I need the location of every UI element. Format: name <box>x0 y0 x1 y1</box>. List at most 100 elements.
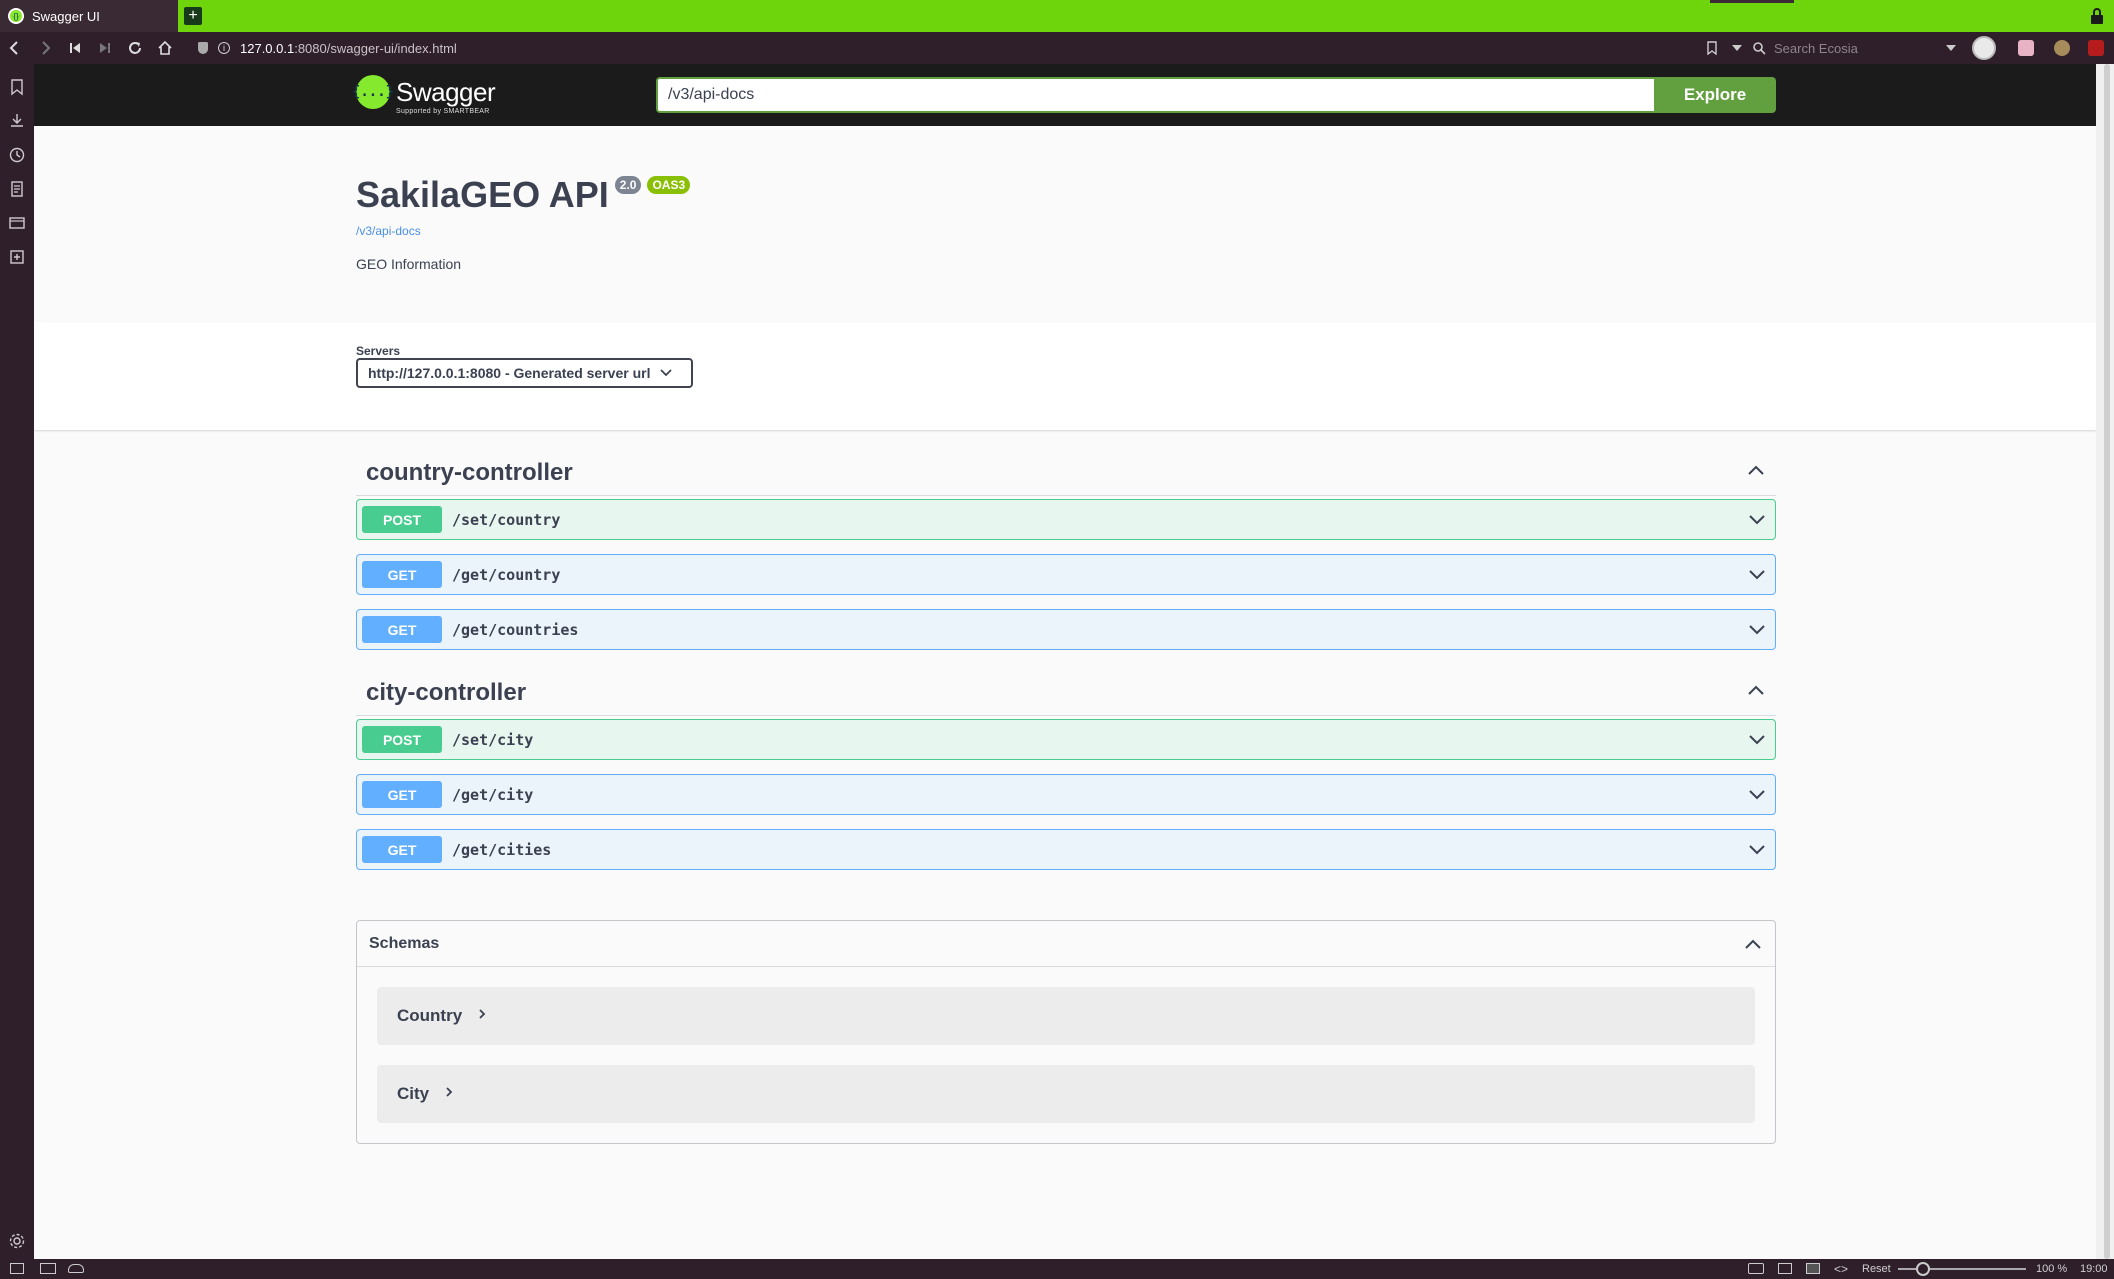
swagger-favicon-icon: {} <box>8 8 24 24</box>
search-icon <box>1753 42 1766 55</box>
servers-section: Servers http://127.0.0.1:8080 - Generate… <box>34 322 2096 430</box>
swagger-brand[interactable]: {...} Swagger Supported by SMARTBEAR <box>352 75 496 115</box>
downloads-panel-icon[interactable] <box>8 112 26 130</box>
camera-icon[interactable] <box>1748 1263 1764 1274</box>
oas-badge: OAS3 <box>647 176 691 194</box>
model-name: Country <box>397 1006 463 1025</box>
profile-avatar[interactable] <box>1972 36 1996 60</box>
operation-path: /get/city <box>452 785 534 804</box>
bookmarks-panel-icon[interactable] <box>8 78 26 96</box>
servers-selected-value: http://127.0.0.1:8080 - Generated server… <box>368 365 651 381</box>
operation-get-country[interactable]: GET /get/country <box>356 554 1776 595</box>
home-button[interactable] <box>150 33 180 63</box>
servers-select[interactable]: http://127.0.0.1:8080 - Generated server… <box>356 358 693 388</box>
bookmark-icon[interactable] <box>1706 41 1718 55</box>
method-badge: GET <box>362 561 442 588</box>
chevron-up-icon[interactable] <box>1746 460 1766 485</box>
panel-toggle-icon[interactable] <box>10 1263 24 1274</box>
chevron-down-icon[interactable] <box>1747 620 1767 640</box>
reload-button[interactable] <box>120 33 150 63</box>
version-badge: 2.0 <box>614 176 642 194</box>
forward-button[interactable] <box>30 33 60 63</box>
tag-header[interactable]: country-controller <box>356 450 1776 496</box>
api-docs-link[interactable]: /v3/api-docs <box>356 224 690 238</box>
operation-get-city[interactable]: GET /get/city <box>356 774 1776 815</box>
forward-arrow-icon <box>42 41 51 55</box>
lock-icon <box>2091 8 2103 24</box>
chevron-up-icon[interactable] <box>1746 680 1766 705</box>
bookmark-dropdown-icon[interactable] <box>1732 45 1742 51</box>
chevron-down-icon[interactable] <box>1747 510 1767 530</box>
api-info: SakilaGEO API 2.0 OAS3 /v3/api-docs GEO … <box>356 174 691 272</box>
operation-path: /set/city <box>452 730 534 749</box>
method-badge: GET <box>362 616 442 643</box>
fast-forward-button[interactable] <box>90 33 120 63</box>
operation-post-set-city[interactable]: POST /set/city <box>356 719 1776 760</box>
tab-accent-strip <box>1710 0 1794 3</box>
chevron-right-icon <box>443 1085 455 1103</box>
extension-hand-icon[interactable] <box>2054 40 2070 56</box>
method-badge: POST <box>362 506 442 533</box>
schema-model-city[interactable]: City <box>377 1065 1755 1123</box>
zoom-level: 100 % <box>2036 1263 2068 1275</box>
code-icon[interactable]: <> <box>1834 1262 1848 1276</box>
chevron-right-icon <box>476 1007 488 1025</box>
browser-tab-bar: {} Swagger UI + <box>0 0 2114 32</box>
scrollbar-thumb[interactable] <box>2104 64 2110 1259</box>
clock-time: 19:00 <box>2080 1263 2108 1275</box>
settings-gear-icon[interactable] <box>8 1232 26 1250</box>
browser-tab[interactable]: {} Swagger UI <box>0 0 178 32</box>
add-panel-icon[interactable] <box>8 248 26 266</box>
schemas-section: Schemas Country City <box>356 920 1776 1144</box>
rewind-button[interactable] <box>60 33 90 63</box>
tag-name: city-controller <box>366 678 527 706</box>
chevron-down-icon[interactable] <box>1747 840 1767 860</box>
schema-model-country[interactable]: Country <box>377 987 1755 1045</box>
schemas-header[interactable]: Schemas <box>357 921 1775 967</box>
swagger-topbar: {...} Swagger Supported by SMARTBEAR /v3… <box>34 64 2096 126</box>
search-engine-dropdown-icon[interactable] <box>1946 45 1956 51</box>
zoom-slider-handle[interactable] <box>1916 1262 1930 1276</box>
servers-label: Servers <box>356 344 401 358</box>
swagger-page: {...} Swagger Supported by SMARTBEAR /v3… <box>34 64 2096 1259</box>
search-placeholder: Search Ecosia <box>1774 40 1858 56</box>
operation-get-countries[interactable]: GET /get/countries <box>356 609 1776 650</box>
extension-mail-icon[interactable] <box>2018 40 2034 56</box>
window-icon[interactable] <box>1778 1263 1792 1274</box>
window-panel-icon[interactable] <box>8 214 26 232</box>
search-field[interactable]: Search Ecosia <box>1752 36 1952 60</box>
fast-forward-icon <box>100 43 110 53</box>
tag-name: country-controller <box>366 458 573 486</box>
chevron-down-icon[interactable] <box>1747 785 1767 805</box>
history-panel-icon[interactable] <box>8 146 26 164</box>
explore-button[interactable]: Explore <box>1654 77 1776 113</box>
tag-section-country-controller: country-controller POST /set/country GET… <box>356 450 1776 650</box>
image-icon[interactable] <box>1806 1263 1820 1274</box>
tiling-icon[interactable] <box>40 1263 56 1274</box>
chevron-down-icon[interactable] <box>1747 565 1767 585</box>
info-icon: i <box>218 42 230 54</box>
operation-get-cities[interactable]: GET /get/cities <box>356 829 1776 870</box>
extension-ublock-icon[interactable] <box>2088 40 2104 56</box>
swagger-logo-icon: {...} <box>352 75 394 109</box>
url-path: :8080/swagger-ui/index.html <box>294 40 457 56</box>
back-button[interactable] <box>0 33 30 63</box>
url-field[interactable]: i 127.0.0.1:8080/swagger-ui/index.html <box>198 32 457 64</box>
method-badge: POST <box>362 726 442 753</box>
notes-panel-icon[interactable] <box>8 180 26 198</box>
new-tab-button[interactable]: + <box>184 7 202 25</box>
method-badge: GET <box>362 836 442 863</box>
chevron-down-icon[interactable] <box>1747 730 1767 750</box>
operation-post-set-country[interactable]: POST /set/country <box>356 499 1776 540</box>
api-url-input[interactable]: /v3/api-docs <box>656 77 1656 113</box>
url-host: 127.0.0.1 <box>240 40 295 56</box>
tag-header[interactable]: city-controller <box>356 670 1776 716</box>
cloud-sync-icon[interactable] <box>68 1264 84 1273</box>
brand-name: Swagger <box>396 76 496 107</box>
shield-icon <box>198 42 208 54</box>
browser-sidebar <box>0 64 34 1259</box>
tab-title: Swagger UI <box>32 8 100 24</box>
schemas-title: Schemas <box>369 934 440 952</box>
chevron-up-icon[interactable] <box>1743 934 1763 954</box>
zoom-reset-button[interactable]: Reset <box>1862 1263 1891 1275</box>
